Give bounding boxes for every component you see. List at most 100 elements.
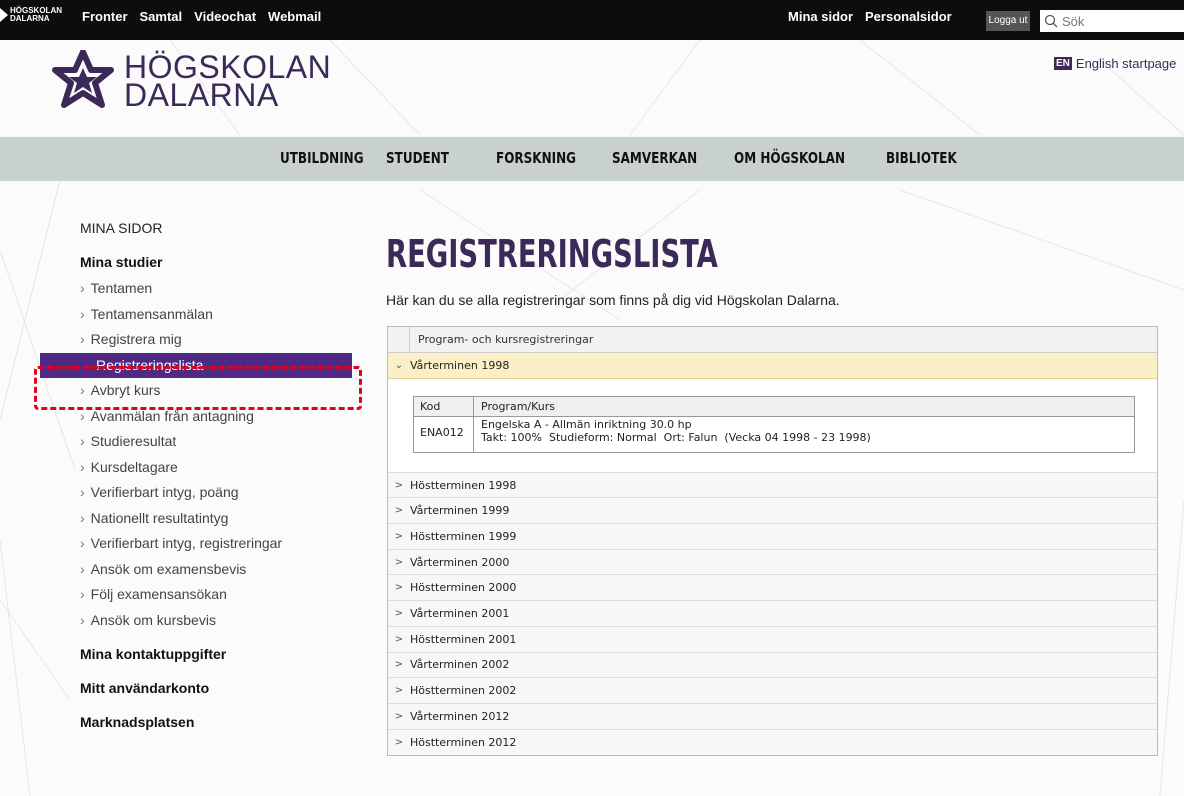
sidebar-section-mina-studier[interactable]: Mina studier — [80, 248, 380, 276]
sidebar-item-kursdeltagare[interactable]: › Kursdeltagare — [80, 455, 380, 481]
english-link-label: English startpage — [1075, 56, 1177, 71]
nav-utbildning[interactable]: UTBILDNING — [280, 149, 364, 167]
chevron-right-icon: > — [394, 607, 404, 619]
term-label: Vårterminen 1999 — [410, 504, 510, 518]
sidebar-section-kontaktuppgifter[interactable]: Mina kontaktuppgifter — [80, 640, 380, 668]
topbar-link-videochat[interactable]: Videochat — [194, 9, 256, 24]
mini-logo[interactable]: HÖGSKOLAN DALARNA — [0, 7, 62, 23]
nav-om-hogskolan[interactable]: OM HÖGSKOLAN — [734, 149, 845, 167]
sidebar-item-tentamensanmalan[interactable]: › Tentamensanmälan — [80, 302, 380, 328]
course-col-program: Program/Kurs — [481, 399, 556, 413]
term-details: Kod Program/Kurs ENA012 Engelska A - All… — [388, 378, 1157, 473]
highlight-annotation — [34, 366, 362, 410]
topbar-left-nav: Fronter Samtal Videochat Webmail — [82, 9, 333, 24]
sidebar-item-registrera-mig[interactable]: › Registrera mig — [80, 327, 380, 353]
term-label: Vårterminen 2001 — [410, 606, 510, 620]
chevron-right-icon: › — [80, 305, 85, 322]
sidebar-item-ansok-kursbevis[interactable]: › Ansök om kursbevis — [80, 608, 380, 634]
term-row[interactable]: > Vårterminen 2012 — [388, 703, 1157, 730]
topbar-link-personalsidor[interactable]: Personalsidor — [865, 9, 952, 24]
term-row[interactable]: > Höstterminen 2012 — [388, 729, 1157, 756]
search-box[interactable] — [1040, 10, 1184, 32]
chevron-right-icon: › — [80, 560, 85, 577]
chevron-right-icon: › — [80, 509, 85, 526]
logo-line2: DALARNA — [124, 77, 279, 113]
term-label: Höstterminen 2012 — [410, 735, 517, 749]
star-logo-icon — [0, 8, 8, 22]
sidebar-item-label: Kursdeltagare — [90, 458, 178, 475]
chevron-right-icon: > — [394, 530, 404, 542]
sidebar-heading: MINA SIDOR — [80, 220, 163, 236]
chevron-right-icon: › — [80, 331, 85, 347]
english-link[interactable]: EN English startpage — [1054, 56, 1176, 71]
registration-table: Program- och kursregistreringar ⌄ Vårter… — [387, 326, 1158, 756]
term-row[interactable]: > Vårterminen 1999 — [388, 498, 1157, 525]
term-row[interactable]: > Höstterminen 1999 — [388, 524, 1157, 550]
chevron-down-icon: ⌄ — [394, 359, 404, 371]
topbar-link-mina-sidor[interactable]: Mina sidor — [788, 9, 853, 24]
chevron-right-icon: › — [80, 433, 85, 449]
sidebar-item-label: Ansök om kursbevis — [90, 611, 216, 628]
term-row[interactable]: > Höstterminen 2000 — [388, 575, 1157, 602]
chevron-right-icon: > — [394, 582, 404, 594]
search-input[interactable] — [1062, 13, 1182, 29]
chevron-right-icon: > — [394, 633, 404, 645]
term-row[interactable]: > Vårterminen 2000 — [388, 549, 1157, 576]
nav-student[interactable]: STUDENT — [386, 149, 449, 167]
logout-button[interactable]: Logga ut — [986, 11, 1030, 31]
term-label: Vårterminen 2000 — [410, 555, 510, 569]
chevron-right-icon: › — [80, 280, 85, 296]
nav-samverkan[interactable]: SAMVERKAN — [612, 149, 697, 167]
sidebar-item-studieresultat[interactable]: › Studieresultat — [80, 429, 380, 455]
course-name: Engelska A - Allmän inriktning 30.0 hp — [481, 417, 692, 431]
chevron-right-icon: > — [394, 505, 404, 517]
course-row: ENA012 Engelska A - Allmän inriktning 30… — [414, 416, 1134, 452]
sidebar-item-resultatintyg[interactable]: › Nationellt resultatintyg — [80, 506, 380, 532]
sidebar-item-label: Ansök om examensbevis — [90, 560, 247, 577]
main-nav: UTBILDNING STUDENT FORSKNING SAMVERKAN O… — [0, 137, 1184, 181]
term-label: Höstterminen 1998 — [410, 478, 517, 492]
term-row[interactable]: > Vårterminen 2002 — [388, 652, 1157, 679]
term-row[interactable]: > Höstterminen 1998 — [388, 472, 1157, 499]
sidebar-item-tentamen[interactable]: › Tentamen — [80, 276, 380, 302]
star-logo-icon — [52, 50, 114, 108]
en-flag-icon: EN — [1054, 57, 1072, 70]
chevron-right-icon: › — [80, 586, 85, 602]
chevron-right-icon: > — [394, 659, 404, 671]
sidebar-item-label: Studieresultat — [90, 433, 177, 449]
term-row[interactable]: > Höstterminen 2001 — [388, 626, 1157, 653]
chevron-right-icon: > — [394, 685, 404, 697]
sidebar-item-label: Följ examensansökan — [90, 586, 227, 602]
site-logo[interactable]: HÖGSKOLAN DALARNA — [52, 50, 331, 112]
sidebar-item-intyg-poang[interactable]: › Verifierbart intyg, poäng — [80, 480, 380, 506]
term-row-open[interactable]: ⌄ Vårterminen 1998 — [388, 353, 1157, 379]
course-meta: Takt: 100% Studieform: Normal Ort: Falun… — [481, 430, 871, 444]
search-icon — [1044, 14, 1058, 28]
course-code: ENA012 — [414, 416, 474, 452]
chevron-right-icon: > — [394, 479, 404, 491]
sidebar-section-marknadsplatsen[interactable]: Marknadsplatsen — [80, 708, 380, 736]
sidebar-item-intyg-registreringar[interactable]: › Verifierbart intyg, registreringar — [80, 531, 380, 557]
term-label: Höstterminen 1999 — [410, 529, 517, 543]
sidebar-item-label: Verifierbart intyg, registreringar — [90, 535, 283, 551]
chevron-right-icon: > — [394, 736, 404, 748]
term-row[interactable]: > Höstterminen 2002 — [388, 678, 1157, 704]
topbar-link-fronter[interactable]: Fronter — [82, 9, 128, 24]
topbar-link-webmail[interactable]: Webmail — [268, 9, 321, 24]
chevron-right-icon: › — [80, 611, 85, 628]
term-label: Höstterminen 2001 — [410, 632, 517, 646]
sidebar-section-anvandarkonto[interactable]: Mitt användarkonto — [80, 674, 380, 702]
course-col-kod: Kod — [414, 396, 474, 416]
topbar-right-nav: Mina sidor Personalsidor — [788, 9, 964, 24]
chevron-right-icon: › — [80, 535, 85, 551]
sidebar-item-ansok-examensbevis[interactable]: › Ansök om examensbevis — [80, 557, 380, 583]
sidebar-item-label: Registrera mig — [90, 331, 182, 347]
sidebar-item-label: Tentamensanmälan — [90, 305, 213, 322]
sidebar-item-folj-examensansokan[interactable]: › Följ examensansökan — [80, 582, 380, 608]
registration-table-header: Program- och kursregistreringar — [388, 327, 1157, 353]
sidebar-item-label: Nationellt resultatintyg — [90, 509, 229, 526]
term-row[interactable]: > Vårterminen 2001 — [388, 601, 1157, 627]
nav-bibliotek[interactable]: BIBLIOTEK — [886, 149, 957, 167]
topbar-link-samtal[interactable]: Samtal — [140, 9, 183, 24]
nav-forskning[interactable]: FORSKNING — [496, 149, 576, 167]
